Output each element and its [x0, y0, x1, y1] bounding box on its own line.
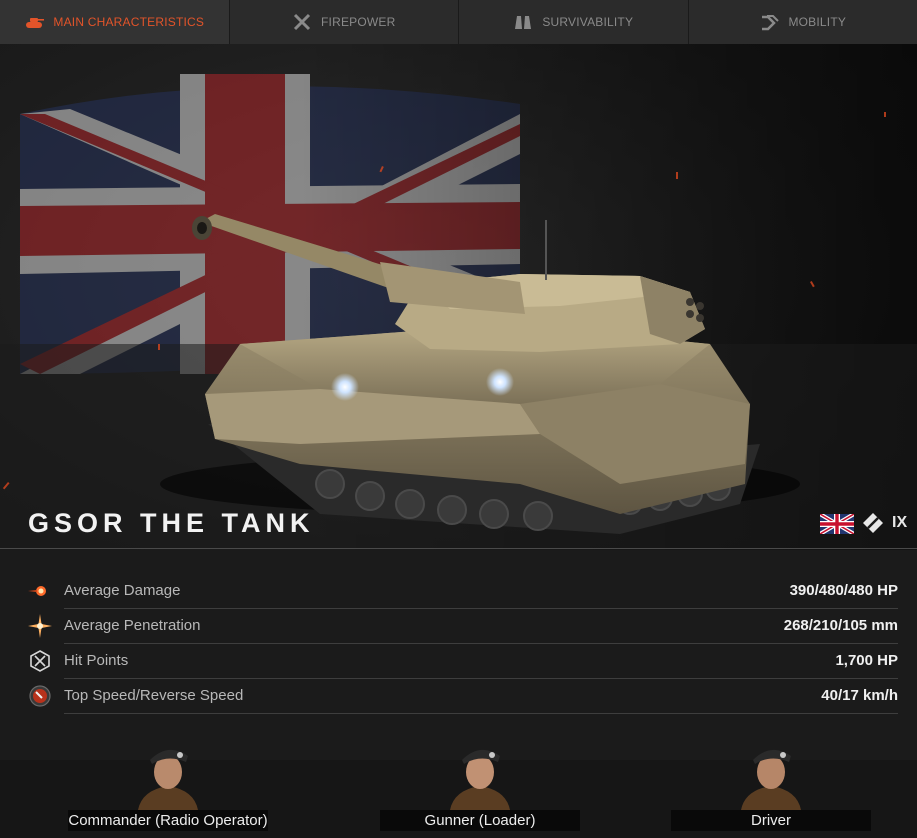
vehicle-render — [0, 44, 917, 550]
divider — [0, 548, 917, 549]
tab-main-characteristics[interactable]: MAIN CHARACTERISTICS — [0, 0, 230, 44]
stat-label: Hit Points — [64, 652, 129, 669]
tab-firepower[interactable]: FIREPOWER — [230, 0, 459, 44]
speed-icon — [29, 685, 51, 707]
stat-label: Top Speed/Reverse Speed — [64, 687, 244, 704]
penetration-icon — [28, 614, 52, 638]
stat-label: Average Damage — [64, 582, 181, 599]
vehicle-title-row: GSOR THE TANK IX — [0, 504, 917, 548]
vehicle-name: GSOR THE TANK — [28, 508, 315, 538]
stat-value: 40/17 km/h — [821, 687, 898, 704]
stat-row-average-damage: Average Damage 390/480/480 HP — [18, 574, 898, 609]
crew-role: Commander (Radio Operator) — [68, 810, 268, 831]
crew-role: Gunner (Loader) — [380, 810, 580, 831]
tier-label: IX — [892, 514, 908, 531]
tank-icon — [26, 18, 45, 28]
crew-member-commander[interactable]: Commander (Radio Operator) — [68, 740, 268, 838]
uk-flag-icon — [820, 514, 854, 534]
stat-value: 268/210/105 mm — [783, 617, 898, 634]
tab-bar: MAIN CHARACTERISTICS FIREPOWER SURVIVABI… — [0, 0, 917, 44]
medium-tank-class-icon — [863, 513, 883, 533]
driver-portrait-icon — [741, 749, 801, 810]
vehicle-hero — [0, 44, 917, 550]
tab-label: SURVIVABILITY — [542, 15, 634, 29]
crossed-guns-icon — [293, 13, 311, 31]
track-icon — [762, 15, 780, 31]
stat-label: Average Penetration — [64, 617, 201, 634]
commander-portrait-icon — [138, 749, 198, 810]
damage-icon — [28, 586, 46, 596]
stats-list: Average Damage 390/480/480 HP Average Pe… — [18, 574, 898, 714]
stat-value: 1,700 HP — [835, 652, 898, 669]
row-divider — [64, 713, 898, 714]
crew-member-gunner[interactable]: Gunner (Loader) — [380, 740, 580, 838]
hit-points-icon — [30, 650, 50, 672]
tab-label: MAIN CHARACTERISTICS — [53, 15, 205, 29]
stat-row-hit-points: Hit Points 1,700 HP — [18, 644, 898, 679]
crew-member-driver[interactable]: Driver — [671, 740, 871, 838]
stat-row-average-penetration: Average Penetration 268/210/105 mm — [18, 609, 898, 644]
stat-row-top-speed: Top Speed/Reverse Speed 40/17 km/h — [18, 679, 898, 714]
tab-label: FIREPOWER — [321, 15, 396, 29]
crew-role: Driver — [671, 810, 871, 831]
tab-label: MOBILITY — [788, 15, 847, 29]
tab-mobility[interactable]: MOBILITY — [689, 0, 917, 44]
tab-survivability[interactable]: SURVIVABILITY — [459, 0, 689, 44]
stat-value: 390/480/480 HP — [789, 582, 898, 599]
armor-icon — [515, 16, 532, 29]
gunner-portrait-icon — [450, 749, 510, 810]
